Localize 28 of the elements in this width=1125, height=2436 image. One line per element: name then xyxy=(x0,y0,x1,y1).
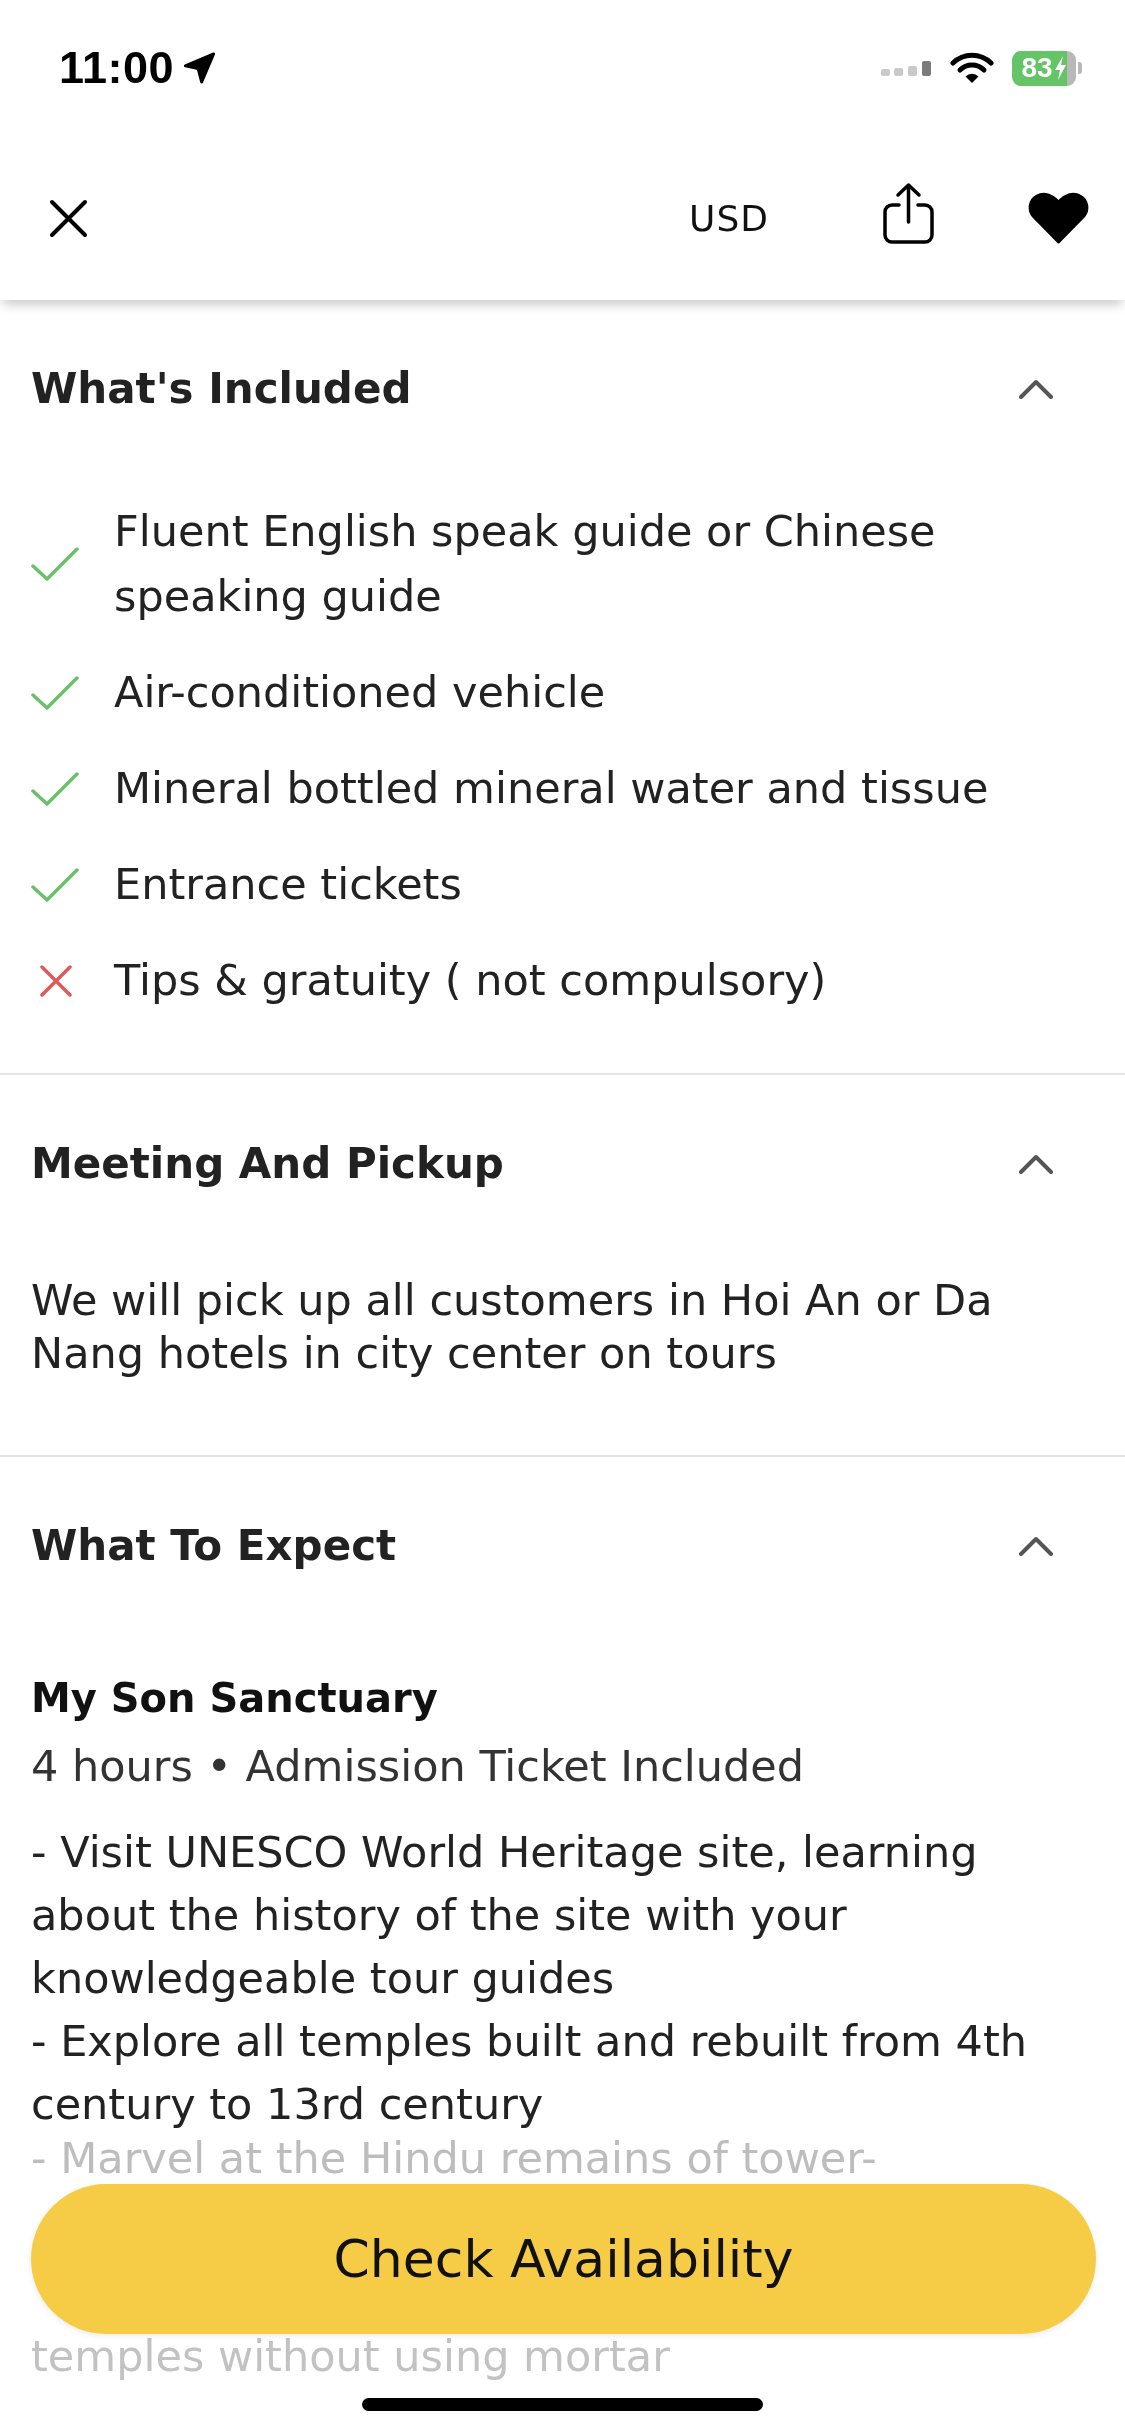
included-item: Tips & gratuity ( not compulsory) xyxy=(114,954,828,1007)
chevron-up-icon[interactable] xyxy=(1019,377,1053,399)
chevron-up-icon[interactable] xyxy=(1019,1534,1053,1556)
close-icon[interactable] xyxy=(49,198,88,238)
check-availability-button[interactable]: Check Availability xyxy=(31,2184,1096,2334)
chevron-up-icon[interactable] xyxy=(1019,1152,1053,1174)
wifi-icon xyxy=(950,52,994,84)
section-title: What To Expect xyxy=(31,1520,397,1570)
included-item: Entrance tickets xyxy=(114,858,463,911)
description-text: - Marvel at the Hindu remains of tower- xyxy=(31,2136,878,2180)
section-title: What's Included xyxy=(31,363,412,413)
included-item: Mineral bottled mineral water and tissue xyxy=(114,762,990,815)
included-item: Fluent English speak guide or Chinese speaking guide xyxy=(114,505,937,623)
included-item: Air-conditioned vehicle xyxy=(114,666,607,719)
description-text: - Visit UNESCO World Heritage site, learning about the history of the site with your knowledgeable tour guides xyxy=(31,1826,979,2005)
location-arrow-icon xyxy=(182,51,218,85)
battery-level: 83 xyxy=(1021,54,1053,82)
status-time: 11:00 xyxy=(59,42,175,94)
pickup-text: We will pick up all customers in Hoi An or Da Nang hotels in city center on tours xyxy=(31,1274,994,1380)
description-text: - Explore all temples built and rebuilt from 4th century to 13rd century xyxy=(31,2015,1028,2131)
stop-details: 4 hours • Admission Ticket Included xyxy=(31,1740,806,1793)
currency-button[interactable]: USD xyxy=(689,197,769,239)
share-icon[interactable] xyxy=(882,181,935,245)
section-title: Meeting And Pickup xyxy=(31,1138,504,1188)
bolt-icon xyxy=(1053,56,1067,80)
signal-icon xyxy=(881,60,932,76)
heart-icon[interactable] xyxy=(1028,192,1089,244)
stop-name: My Son Sanctuary xyxy=(31,1674,439,1723)
